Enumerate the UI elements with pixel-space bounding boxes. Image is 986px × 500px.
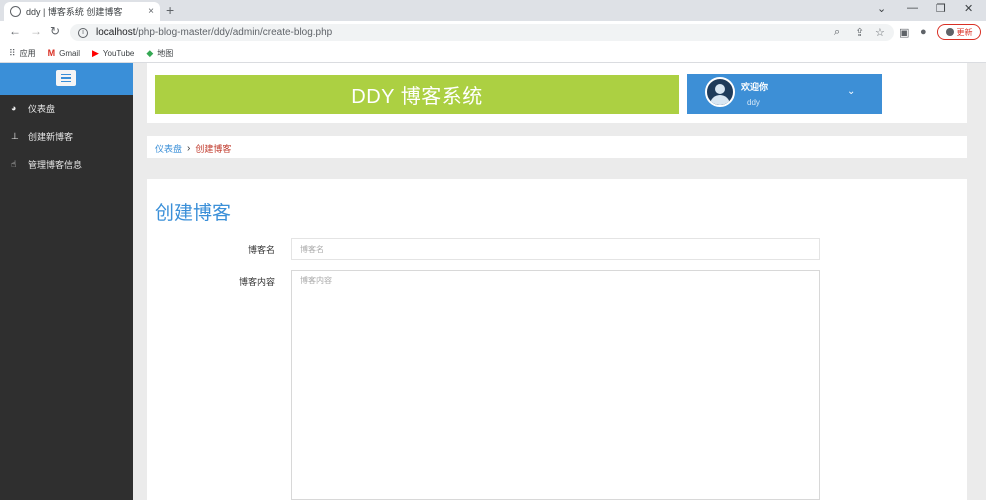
zoom-icon[interactable]: ⌕: [834, 26, 840, 39]
bookmark-youtube[interactable]: ▶ YouTube: [92, 48, 134, 59]
bookmark-gmail[interactable]: M Gmail: [48, 48, 80, 58]
pin-icon: ⊥: [11, 130, 19, 141]
star-icon[interactable]: ☆: [875, 26, 885, 39]
breadcrumb: 仪表盘 › 创建博客: [155, 142, 231, 155]
reload-icon[interactable]: ↻: [50, 24, 60, 38]
bookmarks-bar: ⠿ 应用 M Gmail ▶ YouTube ◆ 地图: [0, 44, 986, 63]
blog-name-input[interactable]: [291, 238, 820, 260]
globe-icon: [10, 6, 21, 17]
breadcrumb-current: 创建博客: [195, 144, 232, 154]
blog-name-label: 博客名: [247, 245, 275, 255]
info-icon[interactable]: i: [78, 27, 88, 38]
page-title: 创建博客: [155, 203, 232, 224]
breadcrumb-home[interactable]: 仪表盘: [155, 142, 182, 155]
bookmark-label: Gmail: [59, 48, 80, 58]
share-icon[interactable]: ⇪: [855, 26, 864, 39]
bookmark-apps[interactable]: ⠿ 应用: [9, 48, 36, 59]
profile-avatar-icon: [945, 28, 954, 36]
menu-toggle-icon[interactable]: [56, 70, 76, 86]
thumbs-up-icon: ☝: [11, 158, 17, 169]
maps-icon: ◆: [146, 47, 154, 58]
browser-tab[interactable]: ddy | 博客系统 创建博客 ×: [4, 2, 160, 21]
sidebar-item-label: 管理博客信息: [28, 159, 83, 170]
url-path: /php-blog-master/ddy/admin/create-blog.p…: [135, 27, 333, 38]
bookmark-label: 应用: [19, 48, 36, 58]
tab-close-icon[interactable]: ×: [148, 6, 154, 17]
address-bar[interactable]: i localhost/php-blog-master/ddy/admin/cr…: [70, 24, 894, 41]
profile-icon[interactable]: ●: [920, 26, 927, 38]
maximize-icon[interactable]: ❐: [936, 2, 946, 15]
breadcrumb-separator-icon: ›: [187, 143, 191, 154]
sidebar-item-label: 创建新博客: [28, 131, 74, 142]
youtube-icon: ▶: [91, 47, 99, 58]
chevron-down-icon[interactable]: ⌄: [847, 86, 855, 97]
gmail-icon: M: [47, 48, 56, 58]
side-panel-icon[interactable]: ▣: [899, 26, 909, 39]
new-tab-button[interactable]: +: [166, 2, 174, 18]
chevron-down-icon[interactable]: ⌄: [877, 2, 886, 15]
sidebar-item-manage-blogs[interactable]: ☝ 管理博客信息: [11, 157, 82, 171]
breadcrumb-bar: [147, 136, 967, 158]
site-banner: DDY 博客系统: [155, 75, 679, 114]
sidebar-item-dashboard[interactable]: ◕ 仪表盘: [11, 101, 55, 115]
bookmark-label: YouTube: [102, 48, 135, 58]
blog-content-label: 博客内容: [238, 277, 275, 287]
url-host: localhost: [96, 27, 136, 38]
update-label: 更新: [956, 27, 973, 37]
bookmark-label: 地图: [157, 48, 174, 58]
tab-title: ddy | 博客系统 创建博客: [26, 7, 123, 17]
welcome-text: 欢迎你: [741, 82, 769, 92]
sidebar-item-create-blog[interactable]: ⊥ 创建新博客: [11, 129, 73, 143]
blog-content-textarea[interactable]: [291, 270, 820, 500]
close-window-icon[interactable]: ✕: [964, 2, 973, 15]
sidebar-item-label: 仪表盘: [28, 103, 56, 114]
update-button[interactable]: 更新: [937, 24, 981, 40]
username: ddy: [747, 98, 760, 107]
avatar: [705, 77, 735, 107]
back-icon[interactable]: ←: [9, 24, 21, 38]
bookmark-maps[interactable]: ◆ 地图: [146, 48, 173, 59]
minimize-icon[interactable]: —: [907, 2, 918, 14]
forward-icon[interactable]: →: [30, 24, 42, 38]
dashboard-icon: ◕: [11, 103, 17, 113]
apps-icon: ⠿: [9, 47, 16, 58]
